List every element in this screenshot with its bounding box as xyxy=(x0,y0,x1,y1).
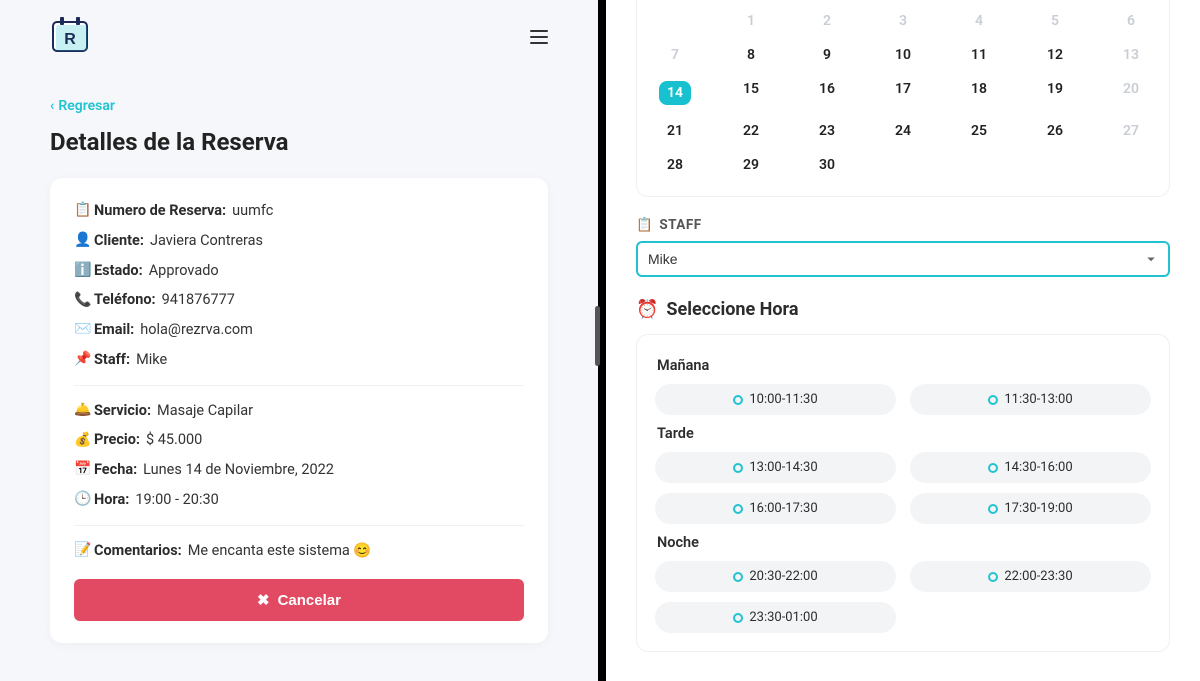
mail-icon: ✉️ xyxy=(74,319,94,340)
reservation-card: 📋 Numero de Reserva: uumfc 👤 Cliente: Ja… xyxy=(50,178,548,643)
page-title: Detalles de la Reserva xyxy=(50,128,548,156)
calendar-day-8[interactable]: 8 xyxy=(713,38,789,72)
time-slot[interactable]: 11:30-13:00 xyxy=(910,384,1151,415)
staff-select[interactable]: Mike xyxy=(636,241,1170,277)
radio-icon xyxy=(733,572,743,582)
time-slot[interactable]: 16:00-17:30 xyxy=(655,493,896,524)
email-link[interactable]: hola@rezrva.com xyxy=(140,319,253,341)
radio-icon xyxy=(733,395,743,405)
calendar-day-15[interactable]: 15 xyxy=(713,72,789,114)
clock-icon: 🕒 xyxy=(74,489,94,510)
pin-icon: 📌 xyxy=(74,349,94,370)
radio-icon xyxy=(988,395,998,405)
menu-icon[interactable] xyxy=(530,30,548,44)
calendar-day-26[interactable]: 26 xyxy=(1017,114,1093,148)
calendar-day-17[interactable]: 17 xyxy=(865,72,941,114)
calendar-day-14[interactable]: 14 xyxy=(637,72,713,114)
calendar-day-25[interactable]: 25 xyxy=(941,114,1017,148)
period-label: Mañana xyxy=(657,357,1151,374)
clipboard-icon: 📋 xyxy=(636,217,653,233)
calendar-day-1: 1 xyxy=(713,4,789,38)
calendar-day-13: 13 xyxy=(1093,38,1169,72)
back-button[interactable]: ‹ Regresar xyxy=(50,98,548,114)
calendar-day-30[interactable]: 30 xyxy=(789,148,865,182)
select-hour-title: ⏰ Seleccione Hora xyxy=(636,299,1170,320)
field-state: ℹ️ Estado: Approvado xyxy=(74,260,524,282)
bell-icon: 🛎️ xyxy=(74,400,94,421)
field-time: 🕒 Hora: 19:00 - 20:30 xyxy=(74,489,524,511)
calendar-day-27: 27 xyxy=(1093,114,1169,148)
time-slot[interactable]: 20:30-22:00 xyxy=(655,561,896,592)
radio-icon xyxy=(988,463,998,473)
period-label: Noche xyxy=(657,534,1151,551)
period-label: Tarde xyxy=(657,425,1151,442)
cancel-button[interactable]: ✖ Cancelar xyxy=(74,579,524,621)
time-slot[interactable]: 13:00-14:30 xyxy=(655,452,896,483)
calendar-day-24[interactable]: 24 xyxy=(865,114,941,148)
note-icon: 📝 xyxy=(74,540,94,561)
clipboard-icon: 📋 xyxy=(74,200,94,221)
radio-icon xyxy=(988,572,998,582)
field-client: 👤 Cliente: Javiera Contreras xyxy=(74,230,524,252)
phone-link[interactable]: 941876777 xyxy=(162,289,235,311)
calendar-day-18[interactable]: 18 xyxy=(941,72,1017,114)
field-phone: 📞 Teléfono: 941876777 xyxy=(74,289,524,311)
calendar-day-12[interactable]: 12 xyxy=(1017,38,1093,72)
back-label: Regresar xyxy=(58,98,115,114)
calendar-day-22[interactable]: 22 xyxy=(713,114,789,148)
calendar-day-20: 20 xyxy=(1093,72,1169,114)
calendar-day-7: 7 xyxy=(637,38,713,72)
field-reservation-number: 📋 Numero de Reserva: uumfc xyxy=(74,200,524,222)
field-email: ✉️ Email: hola@rezrva.com xyxy=(74,319,524,341)
divider xyxy=(74,385,524,386)
person-icon: 👤 xyxy=(74,230,94,251)
radio-icon xyxy=(733,504,743,514)
calendar-day-4: 4 xyxy=(941,4,1017,38)
field-staff: 📌 Staff: Mike xyxy=(74,349,524,371)
radio-icon xyxy=(733,613,743,623)
svg-text:R: R xyxy=(64,31,76,48)
divider xyxy=(74,525,524,526)
alarm-icon: ⏰ xyxy=(636,299,658,320)
calendar-day-21[interactable]: 21 xyxy=(637,114,713,148)
calendar-day-3: 3 xyxy=(865,4,941,38)
calendar-day-28[interactable]: 28 xyxy=(637,148,713,182)
calendar-day-5: 5 xyxy=(1017,4,1093,38)
field-service: 🛎️ Servicio: Masaje Capilar xyxy=(74,400,524,422)
calendar-day-11[interactable]: 11 xyxy=(941,38,1017,72)
calendar-day-10[interactable]: 10 xyxy=(865,38,941,72)
calendar-day-9[interactable]: 9 xyxy=(789,38,865,72)
close-icon: ✖ xyxy=(257,591,270,609)
time-slots-card: Mañana 10:00-11:30 11:30-13:00 Tarde 13:00-1… xyxy=(636,334,1170,652)
money-icon: 💰 xyxy=(74,430,94,451)
calendar-day-2: 2 xyxy=(789,4,865,38)
field-comments: 📝 Comentarios: Me encanta este sistema 😊 xyxy=(74,540,524,562)
calendar-day-6: 6 xyxy=(1093,4,1169,38)
time-slot[interactable]: 22:00-23:30 xyxy=(910,561,1151,592)
field-date: 📅 Fecha: Lunes 14 de Noviembre, 2022 xyxy=(74,459,524,481)
reservation-details-pane: R ‹ Regresar Detalles de la Reserva 📋 Nu… xyxy=(0,0,598,681)
calendar-day-29[interactable]: 29 xyxy=(713,148,789,182)
field-price: 💰 Precio: $ 45.000 xyxy=(74,429,524,451)
calendar-day-23[interactable]: 23 xyxy=(789,114,865,148)
cancel-label: Cancelar xyxy=(278,592,341,609)
calendar-day-19[interactable]: 19 xyxy=(1017,72,1093,114)
time-slot[interactable]: 14:30-16:00 xyxy=(910,452,1151,483)
topbar: R xyxy=(50,10,548,76)
radio-icon xyxy=(988,504,998,514)
calendar-day-16[interactable]: 16 xyxy=(789,72,865,114)
calendar-icon: 📅 xyxy=(74,459,94,480)
chevron-left-icon: ‹ xyxy=(50,98,54,114)
time-slot[interactable]: 23:30-01:00 xyxy=(655,602,896,633)
calendar: 1234567891011121314151617181920212223242… xyxy=(636,0,1170,197)
pane-divider[interactable] xyxy=(598,0,606,681)
time-slot[interactable]: 17:30-19:00 xyxy=(910,493,1151,524)
staff-section-label: 📋 STAFF xyxy=(636,217,1170,233)
booking-pane: 1234567891011121314151617181920212223242… xyxy=(606,0,1200,681)
radio-icon xyxy=(733,463,743,473)
time-slot[interactable]: 10:00-11:30 xyxy=(655,384,896,415)
info-icon: ℹ️ xyxy=(74,260,94,281)
phone-icon: 📞 xyxy=(74,290,94,311)
app-logo: R xyxy=(50,16,90,58)
